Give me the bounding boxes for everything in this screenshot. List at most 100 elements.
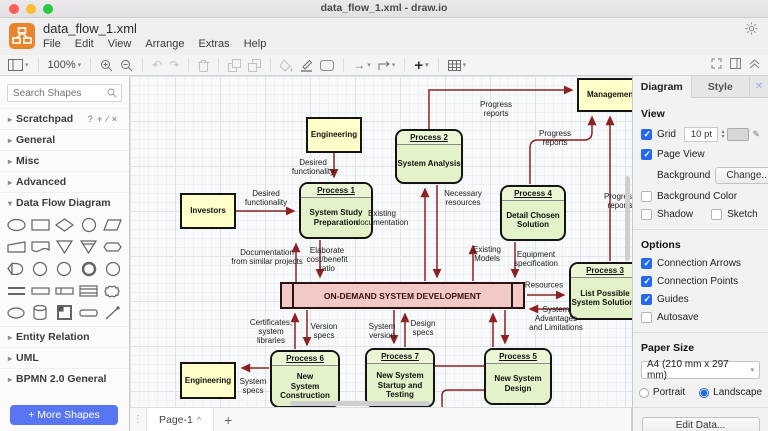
shape-cloud[interactable]	[101, 282, 125, 299]
shape-rectangle[interactable]	[28, 216, 52, 233]
table-button[interactable]: ▾	[447, 59, 466, 71]
autosave-checkbox[interactable]	[641, 312, 652, 323]
external-management[interactable]: Management	[577, 78, 632, 112]
fullscreen-icon[interactable]	[711, 58, 722, 72]
edit-pencil-icon[interactable]: ✎	[752, 129, 760, 140]
menu-view[interactable]: View	[108, 38, 132, 50]
redo-button[interactable]: ↷	[169, 58, 179, 72]
grid-checkbox[interactable]	[641, 129, 652, 140]
undo-button[interactable]: ↶	[152, 58, 162, 72]
panel-close-icon[interactable]: ✕	[750, 76, 768, 97]
zoom-level-dropdown[interactable]: 100% ▾	[48, 59, 82, 71]
sidebar-section-uml[interactable]: ▸ UML	[0, 347, 129, 368]
shape-flat-rect[interactable]	[28, 282, 52, 299]
to-back-button[interactable]	[248, 58, 262, 72]
connector-p5-loop[interactable]	[441, 389, 484, 407]
shadow-checkbox[interactable]	[641, 209, 652, 220]
menu-arrange[interactable]: Arrange	[145, 38, 184, 50]
sketch-checkbox[interactable]	[711, 209, 723, 220]
line-color-button[interactable]	[300, 59, 313, 72]
shape-circle[interactable]	[77, 216, 101, 233]
canvas-vertical-scrollbar[interactable]	[625, 176, 630, 261]
process-5[interactable]: Process 5 New System Design	[484, 348, 552, 405]
connector-p4-to-management[interactable]	[529, 115, 597, 184]
shape-style-button[interactable]	[320, 59, 335, 71]
sidebar-section-bpmn[interactable]: ▸ BPMN 2.0 General	[0, 368, 129, 389]
shape-parallel-lines[interactable]	[4, 282, 28, 299]
shape-rounded-rect[interactable]	[77, 304, 101, 321]
on-demand-system-development-bar[interactable]: ON-DEMAND SYSTEM DEVELOPMENT	[280, 282, 525, 309]
shape-banded-rect[interactable]	[77, 282, 101, 299]
shape-diamond[interactable]	[52, 216, 76, 233]
shape-ellipse[interactable]	[4, 216, 28, 233]
sidebar-section-misc[interactable]: ▸ Misc	[0, 150, 129, 171]
external-engineering-top[interactable]: Engineering	[306, 117, 362, 153]
menu-extras[interactable]: Extras	[199, 38, 230, 50]
process-7[interactable]: Process 7 New System Startup and Testing	[365, 348, 435, 407]
scratchpad-add-icon[interactable]: +	[97, 114, 106, 124]
edit-data-button[interactable]: Edit Data...	[641, 417, 760, 431]
insert-button[interactable]: + ▾	[414, 57, 428, 74]
to-front-button[interactable]	[228, 58, 242, 72]
background-color-checkbox[interactable]	[641, 191, 652, 202]
theme-toggle-icon[interactable]	[745, 22, 758, 38]
shape-circle-2[interactable]	[28, 260, 52, 277]
sidebar-section-general[interactable]: ▸ General	[0, 129, 129, 150]
shape-line[interactable]	[101, 304, 125, 321]
canvas-horizontal-scrollbar[interactable]	[290, 401, 430, 406]
shape-note-selected[interactable]	[52, 304, 76, 321]
scratchpad-close-icon[interactable]: ×	[112, 114, 121, 124]
change-background-button[interactable]: Change...	[715, 167, 768, 184]
external-engineering-bottom[interactable]: Engineering	[180, 362, 236, 399]
page-tab-1[interactable]: Page-1 ^	[146, 408, 215, 431]
collapse-icon[interactable]	[749, 58, 760, 72]
zoom-out-button[interactable]	[120, 59, 133, 72]
grid-size-stepper[interactable]: ▴ ▾	[721, 129, 724, 140]
view-panels-button[interactable]: ▾	[8, 59, 29, 71]
process-2[interactable]: Process 2 System Analysis	[395, 129, 463, 184]
shape-circle-4[interactable]	[101, 260, 125, 277]
shape-divided-rect[interactable]	[52, 282, 76, 299]
portrait-radio[interactable]	[638, 387, 649, 398]
shape-circle-bold[interactable]	[77, 260, 101, 277]
page-view-checkbox[interactable]	[641, 149, 652, 160]
sidebar-section-scratchpad[interactable]: ▸ Scratchpad ?+∕×	[0, 108, 129, 129]
shape-ellipse-small[interactable]	[4, 304, 28, 321]
search-input[interactable]	[13, 86, 113, 100]
shape-or-gate[interactable]	[4, 260, 28, 277]
diagram-canvas[interactable]: Engineering Investors Management Enginee…	[130, 76, 632, 407]
pages-menu-icon[interactable]: ⋮	[130, 408, 146, 431]
shape-hexagon[interactable]	[101, 238, 125, 255]
shape-parallelogram[interactable]	[101, 216, 125, 233]
sidebar-section-entity-relation[interactable]: ▸ Entity Relation	[0, 326, 129, 347]
tab-style[interactable]: Style	[692, 76, 750, 97]
sidebar-section-data-flow-diagram[interactable]: ▾ Data Flow Diagram	[0, 192, 129, 213]
zoom-in-button[interactable]	[100, 59, 113, 72]
external-investors[interactable]: Investors	[180, 193, 236, 229]
tab-diagram[interactable]: Diagram	[633, 76, 692, 98]
format-panel-icon[interactable]	[730, 58, 741, 72]
shape-cylinder[interactable]	[28, 304, 52, 321]
paper-size-select[interactable]: A4 (210 mm x 297 mm) ▾	[641, 359, 760, 381]
shape-document[interactable]	[28, 238, 52, 255]
shape-funnel[interactable]	[77, 238, 101, 255]
guides-checkbox[interactable]	[641, 294, 652, 305]
shape-circle-3[interactable]	[52, 260, 76, 277]
process-4[interactable]: Process 4 Detail Chosen Solution	[500, 185, 566, 241]
menu-edit[interactable]: Edit	[75, 38, 94, 50]
menu-file[interactable]: File	[43, 38, 61, 50]
grid-size-input[interactable]: 10 pt	[684, 127, 719, 142]
connection-style-button[interactable]: → ▾	[353, 58, 371, 72]
waypoint-style-button[interactable]: ▾	[378, 60, 395, 71]
scratchpad-help-icon[interactable]: ?	[87, 114, 97, 124]
fill-color-button[interactable]	[280, 58, 293, 72]
connection-arrows-checkbox[interactable]	[641, 258, 652, 269]
more-shapes-button[interactable]: + More Shapes	[10, 405, 118, 425]
shape-triangle-down[interactable]	[52, 238, 76, 255]
shape-manual-operation[interactable]	[4, 238, 28, 255]
menu-help[interactable]: Help	[244, 38, 267, 50]
process-6[interactable]: Process 6 New System Construction	[270, 350, 340, 407]
connection-points-checkbox[interactable]	[641, 276, 652, 287]
add-page-button[interactable]: +	[214, 408, 242, 431]
sidebar-section-advanced[interactable]: ▸ Advanced	[0, 171, 129, 192]
